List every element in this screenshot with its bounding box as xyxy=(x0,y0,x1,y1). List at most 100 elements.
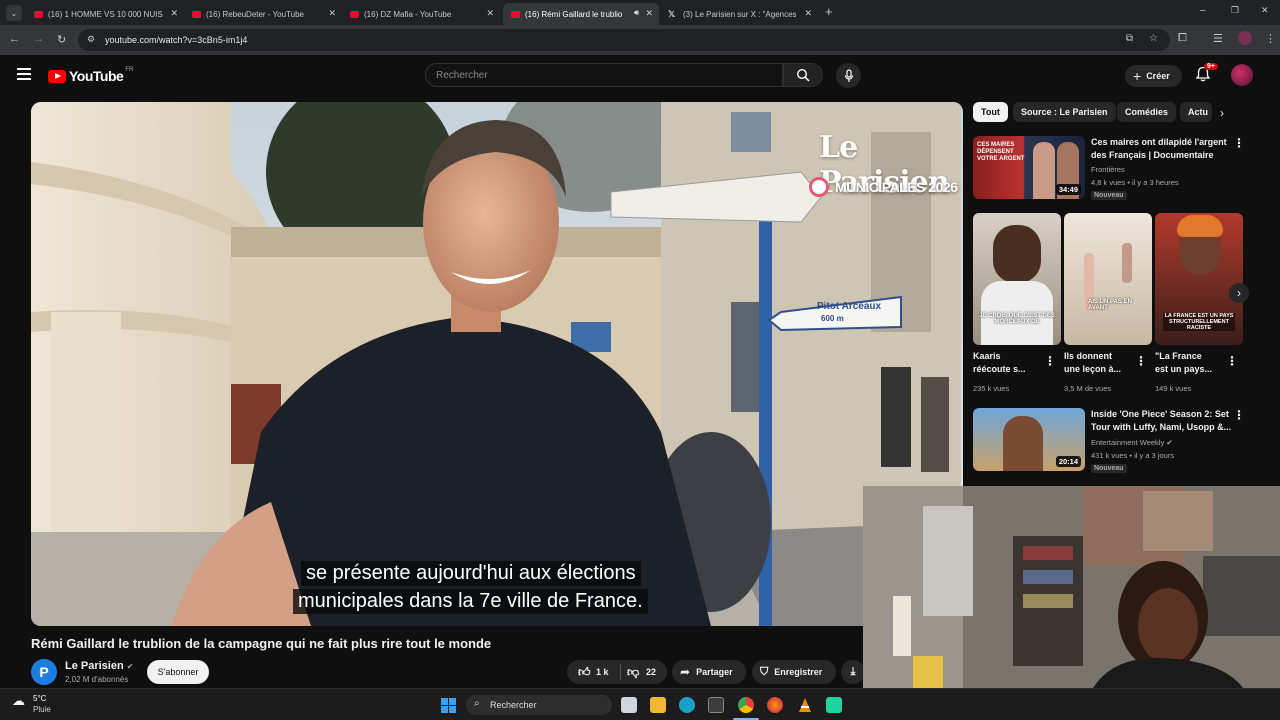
reload-icon[interactable]: ↻ xyxy=(57,33,66,46)
edge-icon[interactable] xyxy=(679,697,695,713)
title-line: "La France xyxy=(1155,351,1202,361)
browser-tab-strip: ⌄ (16) 1 HOMME VS 10 000 NUIS ✕ (16) Reb… xyxy=(0,0,1280,25)
share-button[interactable]: ➦ Partager xyxy=(672,660,746,684)
cast-icon[interactable]: ⧉ xyxy=(1126,33,1133,44)
video-player[interactable]: Le Parisien MUNICIPALES 2026 Pitot Arcea… xyxy=(31,102,963,626)
youtube-favicon-icon xyxy=(350,10,359,18)
notifications-button[interactable]: 9+ xyxy=(1195,63,1218,88)
youtube-header: YouTube FR Rechercher + Créer 9+ xyxy=(0,55,1280,97)
hamburger-menu-icon[interactable] xyxy=(17,68,31,80)
chip-source[interactable]: Source : Le Parisien xyxy=(1013,102,1116,122)
browser-tab-1[interactable]: (16) 1 HOMME VS 10 000 NUIS ✕ xyxy=(26,3,184,25)
like-count[interactable]: 1 k xyxy=(596,667,609,677)
firefox-icon[interactable] xyxy=(767,697,783,713)
youtube-logo[interactable]: YouTube FR xyxy=(48,67,133,84)
more-actions-icon[interactable]: ⋮ xyxy=(1226,354,1238,368)
divider xyxy=(620,664,621,680)
close-window-icon[interactable]: ✕ xyxy=(1261,5,1269,16)
close-tab-icon[interactable]: ✕ xyxy=(170,8,178,19)
chrome-menu-icon[interactable]: ⋮ xyxy=(1265,32,1276,45)
vlc-icon[interactable] xyxy=(797,697,813,713)
search-input[interactable]: Rechercher xyxy=(425,63,783,87)
tab-search-icon[interactable]: ⌄ xyxy=(6,5,22,21)
extensions-icon[interactable]: ⧠ xyxy=(1178,32,1187,45)
browser-toolbar: ← → ↻ ⚙︎ youtube.com/watch?v=3cBn5-im1j4… xyxy=(0,25,1280,55)
file-explorer-icon[interactable] xyxy=(650,697,666,713)
chip-comedies[interactable]: Comédies xyxy=(1117,102,1177,122)
download-button[interactable]: ⤓ xyxy=(841,660,865,684)
close-tab-icon[interactable]: ✕ xyxy=(645,8,653,19)
thumbs-down-icon[interactable]: 👎︎ xyxy=(627,665,639,680)
more-actions-icon[interactable]: ⋮ xyxy=(1233,136,1245,150)
weather-temperature[interactable]: 5°C xyxy=(33,694,46,703)
municipales-logo-icon xyxy=(809,177,829,197)
profile-avatar[interactable] xyxy=(1238,31,1252,45)
new-badge: Nouveau xyxy=(1091,191,1127,200)
account-avatar[interactable] xyxy=(1231,64,1253,86)
minimize-icon[interactable]: – xyxy=(1200,5,1206,16)
save-button[interactable]: ⛉ Enregistrer xyxy=(752,660,836,684)
chip-all[interactable]: Tout xyxy=(973,102,1008,122)
chrome-icon[interactable] xyxy=(738,697,754,713)
title-line: Kaaris xyxy=(973,351,1001,361)
create-label: Créer xyxy=(1146,71,1170,81)
browser-tab-5[interactable]: 𝕏 (3) Le Parisien sur X : "Agences ✕ xyxy=(660,3,818,25)
site-info-icon[interactable]: ⚙︎ xyxy=(87,34,95,45)
recommended-title[interactable]: Ces maires ont dilapidé l'argent des Fran… xyxy=(1091,136,1227,162)
search-button[interactable] xyxy=(783,63,823,87)
new-tab-icon[interactable]: + xyxy=(825,4,833,19)
speaker-icon[interactable]: 🔊︎ xyxy=(634,8,639,18)
short-title-2[interactable]: Ils donnent une leçon à... xyxy=(1064,350,1121,376)
recommended-title[interactable]: Inside 'One Piece' Season 2: Set Tour wit… xyxy=(1091,408,1231,434)
recommended-channel[interactable]: Frontières xyxy=(1091,163,1125,176)
close-tab-icon[interactable]: ✕ xyxy=(486,8,494,19)
subscriber-count: 2,02 M d'abonnés xyxy=(65,675,129,684)
close-tab-icon[interactable]: ✕ xyxy=(328,8,336,19)
taskbar-search[interactable]: ⌕ Rechercher xyxy=(466,695,612,715)
channel-name[interactable]: Le Parisien ✔︎ xyxy=(65,660,133,672)
short-thumbnail-1[interactable]: JE CROIS QUE C'EST DES MORCEAUX DE xyxy=(973,213,1061,345)
close-tab-icon[interactable]: ✕ xyxy=(804,8,812,19)
browser-tab-2[interactable]: (16) RebeuDeter - YouTube ✕ xyxy=(184,3,342,25)
short-caption: LA FRANCE EST UN PAYS STRUCTURELLEMENT R… xyxy=(1163,313,1235,331)
verified-icon: ✔︎ xyxy=(1166,438,1173,447)
store-icon[interactable] xyxy=(708,697,724,713)
windows-start-icon[interactable] xyxy=(441,698,456,713)
thumbnail-person xyxy=(1122,243,1132,283)
thumbnail-person xyxy=(1003,416,1043,471)
chip-news[interactable]: Actu xyxy=(1180,102,1212,122)
caption-line-1: se présente aujourd'hui aux élections xyxy=(301,561,641,586)
browser-tab-active[interactable]: (16) Rémi Gaillard le trublio 🔊︎ ✕ xyxy=(503,3,659,25)
tab-title: (16) RebeuDeter - YouTube xyxy=(206,9,304,19)
short-thumbnail-3[interactable]: LA FRANCE EST UN PAYS STRUCTURELLEMENT R… xyxy=(1155,213,1243,345)
weather-cloud-icon[interactable]: ☁︎ xyxy=(12,693,25,709)
recommended-channel[interactable]: Entertainment Weekly ✔︎ xyxy=(1091,436,1173,449)
short-title-1[interactable]: Kaaris réécoute s... xyxy=(973,350,1026,376)
back-icon[interactable]: ← xyxy=(9,33,20,45)
recommended-thumbnail[interactable]: 20:14 xyxy=(973,408,1085,471)
reading-list-icon[interactable]: ☰ xyxy=(1213,32,1223,45)
short-thumbnail-2[interactable]: AIS UN PAS EN AVANT xyxy=(1064,213,1152,345)
more-actions-icon[interactable]: ⋮ xyxy=(1233,408,1245,422)
logo-text: YouTube xyxy=(69,68,124,84)
shorts-next-arrow-icon[interactable]: › xyxy=(1229,283,1249,303)
create-button[interactable]: + Créer xyxy=(1125,65,1182,87)
bookmark-star-icon[interactable]: ☆ xyxy=(1149,33,1158,44)
thumbs-up-icon[interactable]: 👍︎ xyxy=(578,665,591,680)
recommended-thumbnail[interactable]: CES MAIRES DÉPENSENT VOTRE ARGENT 34:49 xyxy=(973,136,1085,199)
more-actions-icon[interactable]: ⋮ xyxy=(1135,354,1147,368)
title-line: des Français | Documentaire xyxy=(1091,150,1214,160)
thumbnail-caption: CES MAIRES DÉPENSENT VOTRE ARGENT xyxy=(977,142,1025,162)
short-title-3[interactable]: "La France est un pays... xyxy=(1155,350,1212,376)
voice-search-button[interactable] xyxy=(836,63,861,88)
browser-tab-3[interactable]: (16) DZ Mafia - YouTube ✕ xyxy=(342,3,500,25)
task-view-icon[interactable] xyxy=(621,697,637,713)
more-actions-icon[interactable]: ⋮ xyxy=(1044,354,1056,368)
channel-avatar[interactable]: P xyxy=(31,659,57,685)
subscribe-button[interactable]: S'abonner xyxy=(147,660,209,684)
forward-icon[interactable]: → xyxy=(33,33,44,45)
app-icon[interactable] xyxy=(826,697,842,713)
maximize-icon[interactable]: ❐ xyxy=(1231,5,1239,16)
address-bar[interactable]: ⚙︎ youtube.com/watch?v=3cBn5-im1j4 ⧉ ☆ xyxy=(78,29,1170,51)
chips-next-arrow-icon[interactable]: › xyxy=(1220,106,1224,120)
